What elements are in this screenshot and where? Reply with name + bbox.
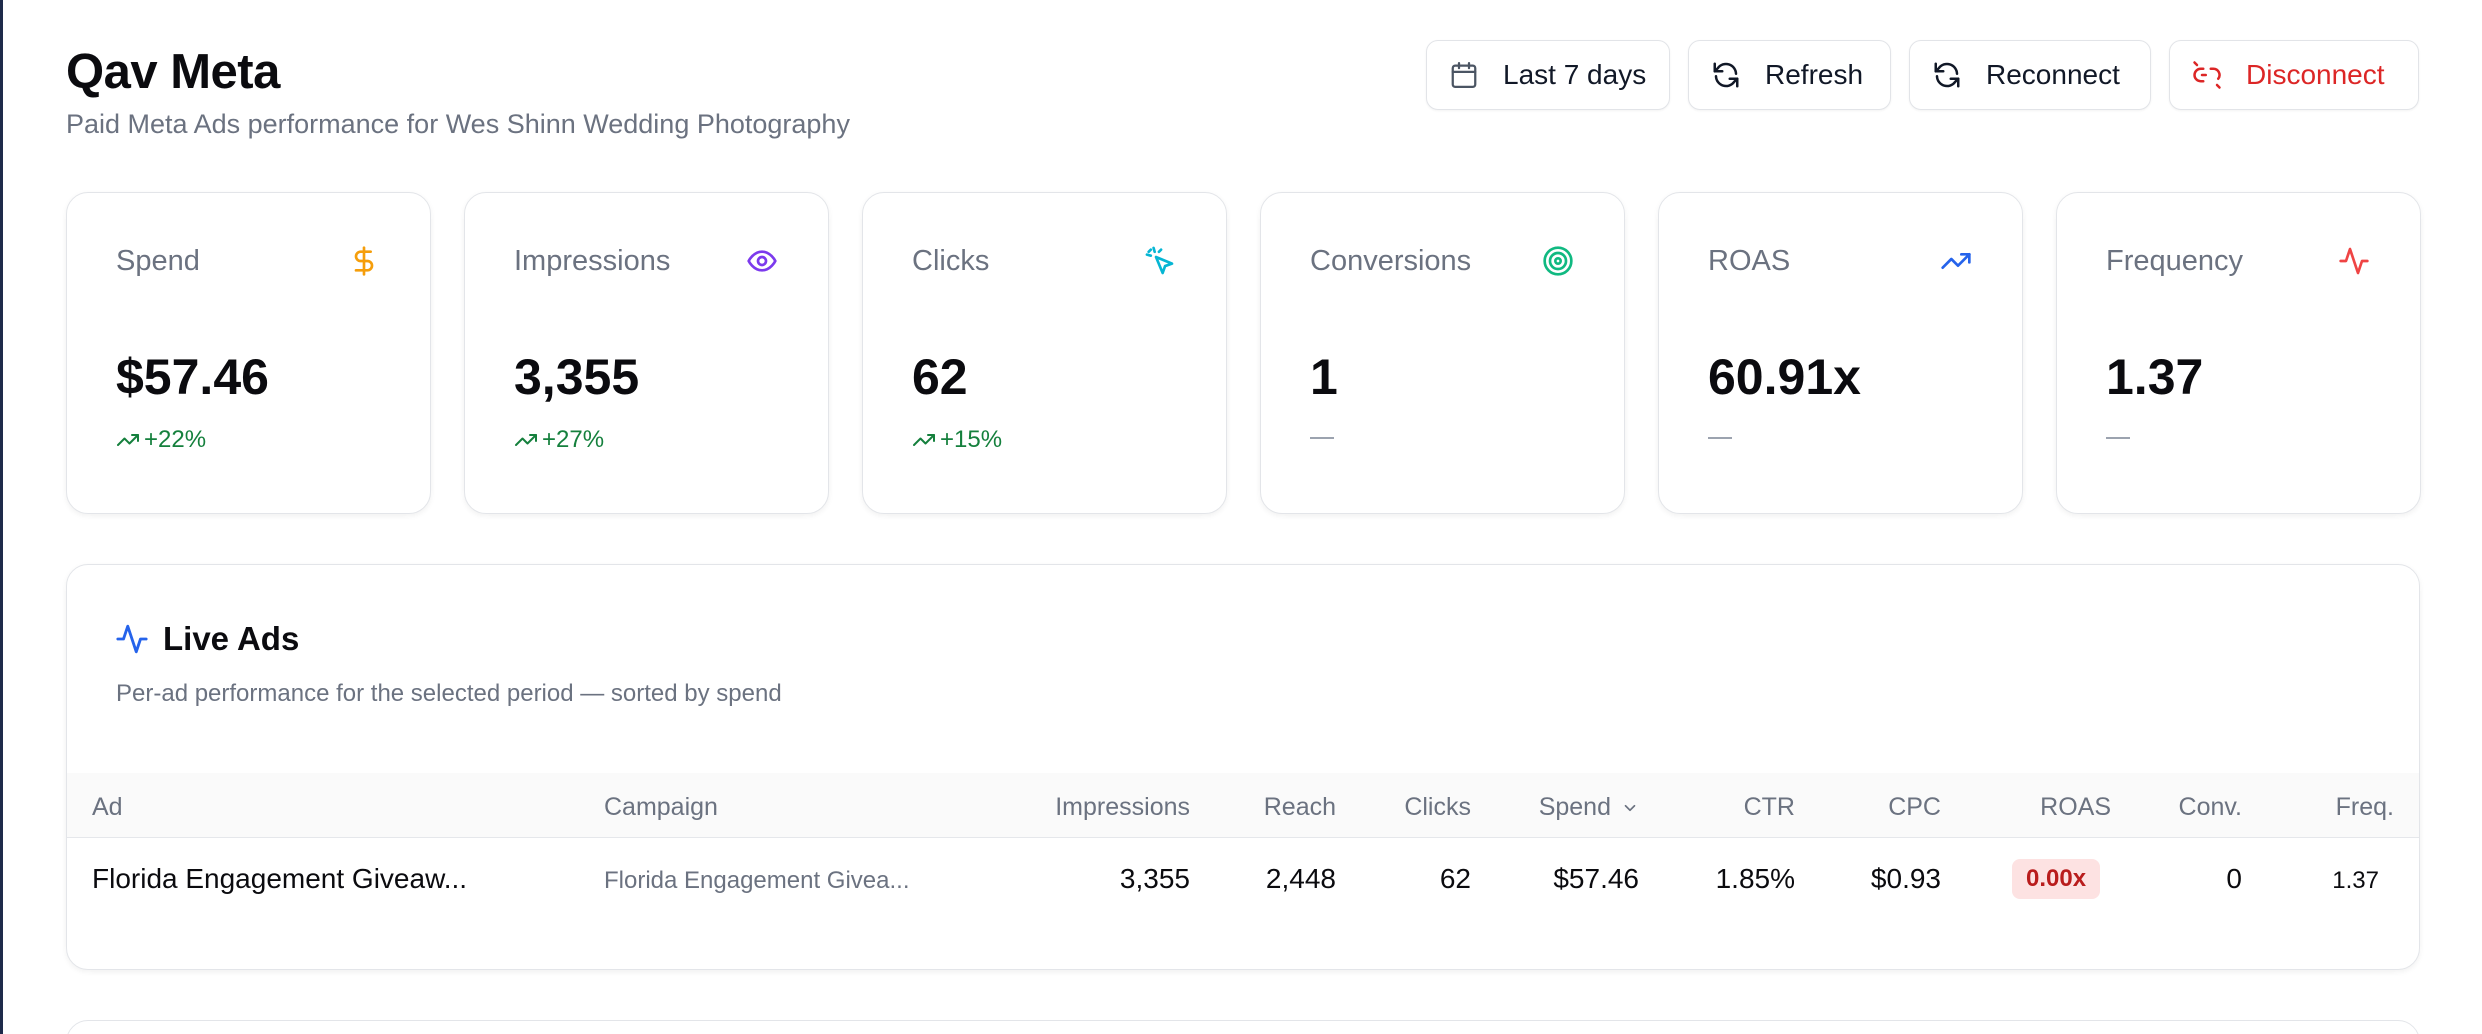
- kpi-label: Impressions: [514, 245, 671, 277]
- kpi-value: 62: [912, 349, 968, 405]
- kpi-delta-empty: [1708, 437, 1732, 439]
- kpi-label: ROAS: [1708, 245, 1791, 277]
- kpi-card-clicks: Clicks 62 +15%: [862, 192, 1227, 514]
- kpi-delta-empty: [2106, 437, 2130, 439]
- date-range-label: Last 7 days: [1503, 59, 1647, 90]
- kpi-delta: +22%: [116, 426, 206, 454]
- cell-cpc: $0.93: [1870, 863, 1941, 894]
- page-subtitle: Paid Meta Ads performance for Wes Shinn …: [66, 109, 850, 139]
- header-actions: Last 7 days Refresh Reconnect Disconnect: [1426, 40, 2419, 110]
- trending-up-icon: [1941, 253, 1971, 269]
- column-header-ad[interactable]: Ad: [92, 793, 123, 822]
- target-icon: [1543, 246, 1573, 276]
- column-header-spend[interactable]: Spend: [1539, 793, 1639, 822]
- dollar-icon: [354, 246, 374, 276]
- cell-impressions: 3,355: [1119, 863, 1190, 894]
- chevron-down-icon: [1624, 804, 1636, 811]
- roas-badge: 0.00x: [2012, 859, 2101, 899]
- live-ads-title-text: Live Ads: [163, 620, 300, 657]
- refresh-icon: [1713, 62, 1739, 88]
- kpi-label: Clicks: [912, 245, 990, 277]
- kpi-card-roas: ROAS 60.91x: [1658, 192, 2023, 514]
- column-header-roas[interactable]: ROAS: [2040, 793, 2111, 822]
- reconnect-label: Reconnect: [1986, 59, 2120, 90]
- kpi-delta-value: +27%: [542, 426, 605, 453]
- unlink-icon: [2193, 61, 2221, 89]
- kpi-value: 1.37: [2106, 349, 2204, 405]
- live-ads-panel: Live Ads Per-ad performance for the sele…: [66, 564, 2420, 970]
- kpi-delta: +15%: [912, 426, 1002, 454]
- date-range-button[interactable]: Last 7 days: [1426, 40, 1670, 110]
- column-header-ctr[interactable]: CTR: [1744, 793, 1795, 822]
- disconnect-label: Disconnect: [2246, 59, 2385, 90]
- kpi-delta-value: +15%: [940, 426, 1003, 453]
- cell-campaign: Florida Engagement Givea...: [604, 867, 910, 894]
- calendar-icon: [1451, 62, 1477, 88]
- column-header-conv[interactable]: Conv.: [2179, 793, 2242, 822]
- trending-up-icon: [117, 434, 139, 446]
- table-row[interactable]: Florida Engagement Giveaw... Florida Eng…: [67, 839, 2419, 924]
- refresh-button[interactable]: Refresh: [1688, 40, 1891, 110]
- reconnect-button[interactable]: Reconnect: [1909, 40, 2151, 110]
- cell-freq: 1.37: [2332, 867, 2379, 894]
- trending-up-icon: [913, 434, 935, 446]
- refresh-label: Refresh: [1765, 59, 1864, 90]
- kpi-delta-empty: [1310, 437, 1334, 439]
- cell-ad: Florida Engagement Giveaw...: [92, 863, 468, 894]
- sidebar-edge: [0, 0, 3, 1034]
- kpi-value: 3,355: [514, 349, 640, 405]
- kpi-card-frequency: Frequency 1.37: [2056, 192, 2421, 514]
- page-title: Qav Meta: [66, 45, 280, 99]
- live-ads-subtitle: Per-ad performance for the selected peri…: [116, 680, 782, 707]
- column-header-impressions[interactable]: Impressions: [1055, 793, 1190, 822]
- kpi-label: Conversions: [1310, 245, 1472, 277]
- eye-icon: [747, 250, 777, 272]
- cell-spend: $57.46: [1553, 863, 1639, 894]
- kpi-value: $57.46: [116, 349, 269, 405]
- kpi-cards: Spend $57.46 +22% Impressions 3,355 +27%: [66, 192, 2421, 514]
- kpi-delta: +27%: [514, 426, 604, 454]
- page: Qav Meta Paid Meta Ads performance for W…: [0, 0, 2482, 1034]
- cell-clicks: 62: [1439, 863, 1471, 894]
- column-header-freq[interactable]: Freq.: [2336, 793, 2394, 822]
- kpi-value: 60.91x: [1708, 349, 1861, 405]
- activity-icon: [2339, 247, 2369, 275]
- kpi-card-spend: Spend $57.46 +22%: [66, 192, 431, 514]
- cell-ctr: 1.85%: [1715, 863, 1795, 894]
- cursor-click-icon: [1145, 246, 1174, 275]
- trending-up-icon: [515, 434, 537, 446]
- cell-reach: 2,448: [1265, 863, 1336, 894]
- disconnect-button[interactable]: Disconnect: [2169, 40, 2419, 110]
- activity-icon: [116, 624, 148, 654]
- kpi-value: 1: [1310, 349, 1338, 405]
- cell-conv: 0: [2226, 863, 2242, 894]
- kpi-card-impressions: Impressions 3,355 +27%: [464, 192, 829, 514]
- kpi-card-conversions: Conversions 1: [1260, 192, 1625, 514]
- column-header-spend-label: Spend: [1538, 793, 1611, 821]
- kpi-label: Frequency: [2106, 245, 2244, 277]
- column-header-clicks[interactable]: Clicks: [1404, 793, 1471, 822]
- table-header: Ad Campaign Impressions Reach Clicks Spe…: [67, 773, 2419, 838]
- live-ads-title: Live Ads: [115, 620, 299, 658]
- column-header-campaign[interactable]: Campaign: [604, 793, 718, 822]
- column-header-reach[interactable]: Reach: [1264, 793, 1336, 822]
- kpi-label: Spend: [116, 245, 200, 277]
- column-header-cpc[interactable]: CPC: [1888, 793, 1941, 822]
- kpi-delta-value: +22%: [144, 426, 207, 453]
- reconnect-icon: [1934, 62, 1960, 88]
- next-panel: [66, 1020, 2420, 1034]
